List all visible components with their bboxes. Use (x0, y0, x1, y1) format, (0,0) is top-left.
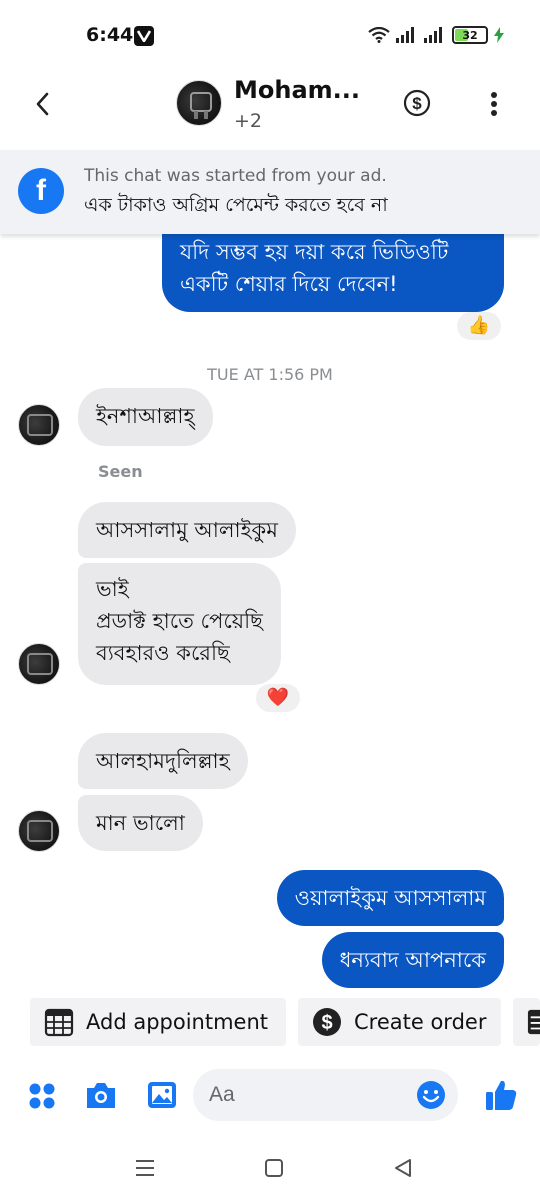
ad-banner-text: এক টাকাও অগ্রিম পেমেন্ট করতে হবে না (84, 194, 388, 216)
system-navigation-bar (0, 1140, 540, 1200)
wifi-icon (368, 27, 390, 43)
seen-indicator: Seen (98, 462, 143, 481)
battery-level: 32 (462, 28, 478, 42)
status-time: 6:44 (86, 24, 134, 46)
add-appointment-label: Add appointment (86, 1010, 269, 1034)
more-options-button[interactable] (484, 90, 504, 118)
camera-icon (87, 1083, 115, 1108)
gallery-button[interactable] (146, 1079, 178, 1115)
dollar-icon: $ (313, 1008, 341, 1036)
grid-dots-icon (29, 1083, 55, 1109)
app-notification-icon (134, 26, 154, 46)
incoming-message[interactable]: ভাই প্রডাক্ট হাতে পেয়েছি ব্যবহারও করেছি (78, 563, 281, 685)
sender-avatar[interactable] (18, 810, 60, 852)
svg-text:$: $ (321, 1012, 332, 1034)
battery-icon: 32 (452, 26, 488, 44)
contact-avatar[interactable] (176, 80, 222, 126)
emoji-button[interactable] (416, 1080, 446, 1114)
thumbs-up-reaction[interactable]: 👍 (455, 310, 503, 342)
smiley-icon (417, 1081, 445, 1109)
message-timestamp: TUE AT 1:56 PM (207, 365, 333, 384)
sender-avatar[interactable] (18, 404, 60, 446)
incoming-message[interactable]: মান ভালো (78, 795, 203, 851)
chat-header: Moham... +2 $ (0, 72, 540, 140)
svg-text:$: $ (412, 94, 422, 113)
triangle-back-icon (395, 1159, 411, 1177)
back-button[interactable] (28, 88, 60, 120)
facebook-icon: f (18, 168, 64, 214)
incoming-message[interactable]: আলহামদুলিল্লাহ (78, 733, 248, 789)
message-line: ব্যবহারও করেছি (96, 641, 230, 665)
home-button[interactable] (264, 1158, 284, 1182)
create-order-label: Create order (354, 1010, 487, 1034)
message-line: একটি শেয়ার দিয়ে দেবেন! (180, 272, 398, 296)
ad-origin-banner[interactable]: f This chat was started from your ad. এক… (0, 150, 540, 234)
outgoing-message[interactable]: ওয়ালাইকুম আসসালাম (276, 870, 504, 926)
signal-icon (396, 27, 414, 43)
more-actions-button[interactable] (513, 998, 540, 1046)
incoming-message[interactable]: আসসালামু আলাইকুম (78, 502, 296, 558)
message-line: যদি সম্ভব হয় দয়া করে ভিডিওটি (180, 240, 449, 264)
charging-icon (494, 27, 504, 43)
status-bar: 6:44 32 (0, 0, 540, 72)
square-icon (265, 1159, 283, 1177)
message-line: ভাই (96, 577, 129, 601)
document-icon (527, 1009, 540, 1035)
incoming-message[interactable]: ইনশাআল্লাহ্ (78, 388, 213, 446)
contact-name[interactable]: Moham... (234, 76, 360, 104)
calendar-icon (44, 1008, 74, 1037)
chevron-left-icon (36, 92, 49, 116)
participant-count: +2 (234, 110, 263, 132)
camera-button[interactable] (84, 1079, 118, 1115)
message-line: প্রডাক্ট হাতে পেয়েছি (96, 609, 263, 633)
ad-banner-title: This chat was started from your ad. (84, 166, 387, 186)
add-appointment-button[interactable]: Add appointment (30, 998, 286, 1046)
dollar-circle-icon: $ (403, 89, 431, 117)
heart-reaction[interactable]: ❤️ (254, 682, 302, 714)
message-input[interactable] (209, 1079, 409, 1111)
status-icons: 32 (368, 26, 504, 44)
create-order-button[interactable]: $ Create order (298, 998, 501, 1046)
recents-button[interactable] (135, 1158, 155, 1182)
menu-lines-icon (136, 1160, 154, 1176)
message-input-container[interactable] (193, 1069, 458, 1121)
outgoing-message[interactable]: ধন্যবাদ আপনাকে (321, 932, 504, 988)
like-button[interactable] (484, 1078, 518, 1116)
signal-icon-2 (424, 27, 442, 43)
image-icon (148, 1082, 176, 1108)
payment-button[interactable]: $ (403, 89, 431, 117)
kebab-menu-icon (491, 92, 497, 116)
system-back-button[interactable] (393, 1158, 413, 1182)
more-apps-button[interactable] (28, 1082, 56, 1114)
thumbs-up-icon (486, 1080, 517, 1110)
sender-avatar[interactable] (18, 643, 60, 685)
